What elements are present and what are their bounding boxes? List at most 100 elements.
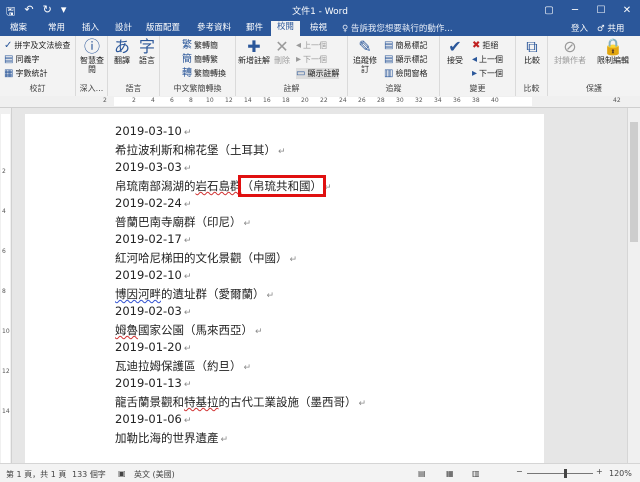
reject-button[interactable]: ✖ 拒絕 (472, 40, 498, 51)
ruler-mark: 14 (244, 97, 252, 104)
track-changes-button[interactable]: ✎ 追蹤修訂 (350, 39, 380, 75)
zoom-level[interactable]: 120% (609, 469, 632, 478)
tab-insert[interactable]: 插入 (76, 22, 105, 35)
word-count-button[interactable]: ▦ 字數統計 (4, 68, 47, 79)
markup-icon: ▤ (384, 39, 394, 51)
markup-select[interactable]: ▤ 簡易標記 (384, 40, 427, 51)
minimize-button[interactable]: ─ (562, 0, 588, 20)
read-mode-icon[interactable]: ▤ (418, 469, 426, 478)
spelling-error-text[interactable]: 特基拉 (184, 395, 219, 409)
tab-home[interactable]: 常用 (42, 22, 71, 35)
tab-view[interactable]: 檢視 (304, 22, 333, 35)
new-comment-button[interactable]: ✚ 新增註解 (238, 37, 270, 66)
accept-button[interactable]: ✔ 接受 (442, 37, 468, 66)
sign-in-link[interactable]: 登入 (571, 22, 588, 34)
group-label-compare: 比較 (523, 84, 540, 93)
next-change-button[interactable]: ▸ 下一個 (472, 68, 503, 79)
show-comments-button[interactable]: ▭ 顯示註解 (296, 68, 340, 79)
tab-references[interactable]: 參考資料 (191, 22, 237, 35)
date-line[interactable]: 2019-01-20 ↵ (115, 340, 191, 354)
date-line[interactable]: 2019-01-06 ↵ (115, 412, 191, 426)
print-layout-icon[interactable]: ▦ (446, 469, 454, 478)
date-line[interactable]: 2019-02-24 ↵ (115, 196, 191, 210)
scrollbar-thumb[interactable] (630, 122, 638, 242)
site-line[interactable]: 博因河畔的遺址群（愛爾蘭） ↵ (115, 286, 274, 302)
word-count[interactable]: 133 個字 (72, 469, 106, 480)
zoom-slider[interactable] (527, 473, 593, 474)
vertical-ruler[interactable]: 2 4 6 8 10 12 14 (0, 108, 12, 463)
language-indicator[interactable]: 英文 (美國) (134, 469, 175, 480)
next-change-icon: ▸ (472, 67, 478, 79)
spelling-error-text[interactable]: 姆魯 (115, 323, 138, 337)
vertical-scrollbar[interactable] (627, 108, 640, 463)
zoom-in-button[interactable]: + (596, 467, 603, 476)
site-line[interactable]: 龍舌蘭景觀和特基拉的古代工業設施（墨西哥） ↵ (115, 394, 366, 410)
paragraph-mark: ↵ (324, 183, 332, 193)
site-line[interactable]: 希拉波利斯和棉花堡（土耳其） ↵ (115, 142, 286, 158)
tab-layout[interactable]: 版面配置 (140, 22, 186, 35)
delete-comment-button[interactable]: ✕ 刪除 (270, 39, 294, 66)
block-authors-icon: ⊘ (563, 37, 577, 56)
previous-change-button[interactable]: ◂ 上一個 (472, 54, 503, 65)
web-layout-icon[interactable]: ▥ (472, 469, 480, 478)
restrict-editing-button[interactable]: 🔒 限制編輯 (592, 39, 634, 66)
date-line[interactable]: 2019-03-10 ↵ (115, 124, 191, 138)
previous-comment-icon: ◂ (296, 39, 302, 51)
site-line[interactable]: 加勒比海的世界遺產 ↵ (115, 430, 228, 446)
proofing-status-icon[interactable]: ▣ (118, 469, 126, 478)
show-markup-button[interactable]: ▤ 顯示標記 (384, 54, 427, 65)
thesaurus-button[interactable]: ▤ 同義字 (4, 54, 39, 65)
accept-icon: ✔ (448, 37, 462, 56)
tell-me-search[interactable]: ♀ 告訴我您想要執行的動作... (342, 22, 453, 34)
chinese-convert-button[interactable]: 轉繁簡轉換 (182, 68, 226, 79)
previous-change-icon: ◂ (472, 53, 478, 65)
group-tracking: ✎ 追蹤修訂 ▤ 簡易標記 ▤ 顯示標記 ▥ 檢閱窗格 追蹤 (348, 36, 440, 96)
maximize-button[interactable]: ☐ (588, 0, 614, 20)
ruler-mark: 30 (396, 97, 404, 104)
language-button[interactable]: 字語言 (135, 39, 159, 66)
new-comment-icon: ✚ (247, 37, 261, 56)
site-line[interactable]: 瓦迪拉姆保護區（約旦） ↵ (115, 358, 251, 374)
site-line[interactable]: 姆魯國家公園（馬來西亞） ↵ (115, 322, 263, 338)
tab-design[interactable]: 設計 (109, 22, 138, 35)
group-label-chinese: 中文繁簡轉換 (173, 84, 222, 93)
date-line[interactable]: 2019-03-03 ↵ (115, 160, 191, 174)
block-authors-button[interactable]: ⊘ 封鎖作者 (550, 37, 590, 66)
zoom-slider-thumb[interactable] (564, 469, 567, 478)
ruler-mark: 14 (2, 408, 10, 415)
page-count[interactable]: 第 1 頁，共 1 頁 (6, 469, 66, 480)
date-line[interactable]: 2019-02-10 ↵ (115, 268, 191, 282)
paragraph-mark: ↵ (278, 147, 286, 157)
zoom-out-button[interactable]: − (516, 467, 523, 476)
next-comment-button[interactable]: ▸ 下一個 (296, 54, 327, 65)
document-page[interactable] (25, 114, 544, 463)
group-label-language: 語言 (125, 84, 142, 93)
ribbon-display-button[interactable]: ▢ (536, 0, 562, 20)
highlighted-text[interactable]: （帛琉共和國） (237, 175, 326, 197)
simp-to-trad-button[interactable]: 簡簡轉繁 (182, 54, 218, 65)
group-proofing: ✓ 拼字及文法檢查 ▤ 同義字 ▦ 字數統計 校訂 (0, 36, 76, 96)
previous-comment-button[interactable]: ◂ 上一個 (296, 40, 327, 51)
trad-to-simp-button[interactable]: 繁繁轉簡 (182, 40, 218, 51)
site-line[interactable]: 普蘭巴南寺廟群（印尼） ↵ (115, 214, 251, 230)
horizontal-ruler[interactable]: 2 2 4 6 8 10 12 14 16 18 20 22 24 26 28 … (0, 96, 640, 108)
date-line[interactable]: 2019-02-03 ↵ (115, 304, 191, 318)
translate-button[interactable]: あ翻譯 (110, 39, 134, 66)
site-line[interactable]: 帛琉南部潟湖的岩石島群（帛琉共和國） ↵ (115, 175, 332, 197)
reviewing-pane-button[interactable]: ▥ 檢閱窗格 (384, 68, 427, 79)
date-line[interactable]: 2019-01-13 ↵ (115, 376, 191, 390)
date-line[interactable]: 2019-02-17 ↵ (115, 232, 191, 246)
site-line[interactable]: 紅河哈尼梯田的文化景觀（中國） ↵ (115, 250, 297, 266)
compare-button[interactable]: ⧉ 比較 (519, 39, 545, 66)
tab-mailings[interactable]: 郵件 (240, 22, 269, 35)
tab-review[interactable]: 校閱 (271, 21, 301, 36)
spelling-grammar-button[interactable]: ✓ 拼字及文法檢查 (4, 40, 70, 51)
spelling-error-text[interactable]: 岩石島群 (196, 179, 242, 193)
ruler-mark: 4 (2, 208, 6, 215)
grammar-error-text[interactable]: 博因河畔 (115, 287, 161, 301)
paragraph-mark: ↵ (183, 344, 192, 354)
tab-file[interactable]: 檔案 (4, 22, 33, 35)
smart-lookup-button[interactable]: ⓘ 智慧查閱 (79, 39, 105, 75)
share-button[interactable]: ♂ 共用 (597, 22, 624, 34)
close-button[interactable]: ✕ (614, 0, 640, 20)
